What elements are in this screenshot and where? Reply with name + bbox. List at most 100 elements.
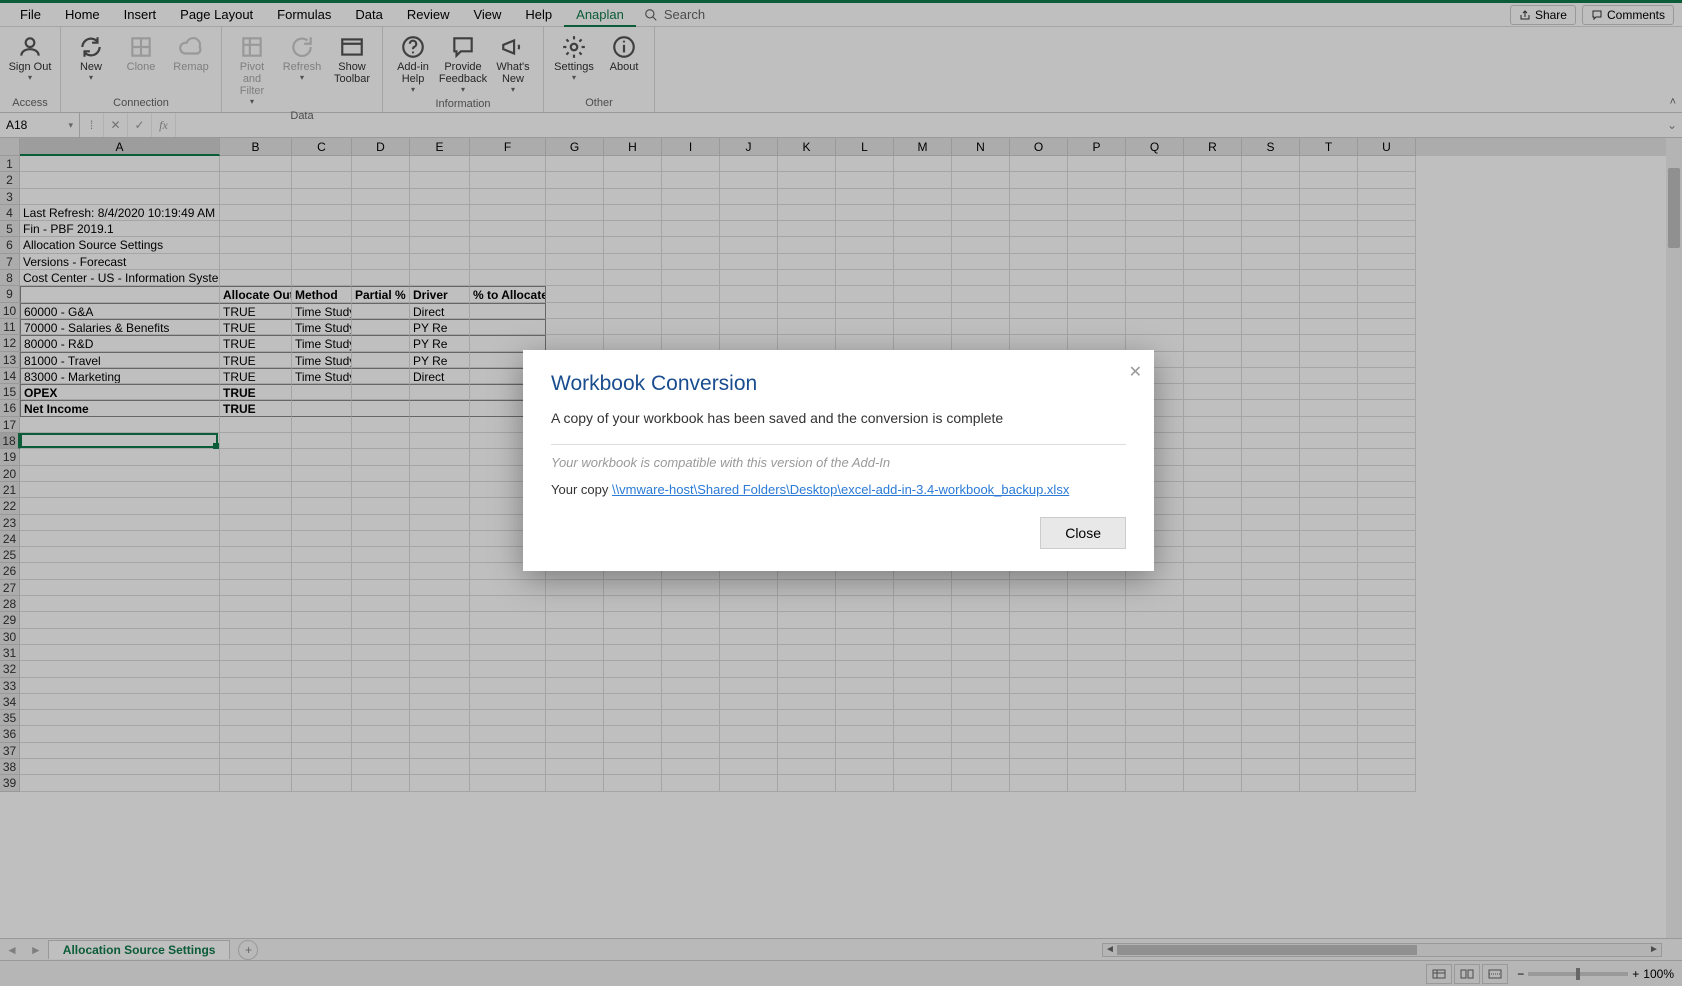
cell-A31[interactable] bbox=[20, 645, 220, 661]
cell-R28[interactable] bbox=[1184, 596, 1242, 612]
cell-D15[interactable] bbox=[352, 384, 410, 400]
cell-I39[interactable] bbox=[662, 775, 720, 791]
cell-L32[interactable] bbox=[836, 661, 894, 677]
view-normal-icon[interactable] bbox=[1426, 964, 1452, 984]
cell-E17[interactable] bbox=[410, 417, 470, 433]
cell-E1[interactable] bbox=[410, 156, 470, 172]
cell-U16[interactable] bbox=[1358, 400, 1416, 416]
cell-E15[interactable] bbox=[410, 384, 470, 400]
cell-O30[interactable] bbox=[1010, 629, 1068, 645]
cell-N27[interactable] bbox=[952, 580, 1010, 596]
cell-G1[interactable] bbox=[546, 156, 604, 172]
cell-D21[interactable] bbox=[352, 482, 410, 498]
cell-N33[interactable] bbox=[952, 678, 1010, 694]
cell-A35[interactable] bbox=[20, 710, 220, 726]
cell-C16[interactable] bbox=[292, 400, 352, 416]
cell-T33[interactable] bbox=[1300, 678, 1358, 694]
cell-S1[interactable] bbox=[1242, 156, 1300, 172]
cell-D37[interactable] bbox=[352, 743, 410, 759]
cell-F31[interactable] bbox=[470, 645, 546, 661]
cell-H31[interactable] bbox=[604, 645, 662, 661]
cell-G3[interactable] bbox=[546, 189, 604, 205]
cell-A15[interactable]: OPEX bbox=[20, 384, 220, 400]
cell-E2[interactable] bbox=[410, 172, 470, 188]
cell-S7[interactable] bbox=[1242, 254, 1300, 270]
cell-C1[interactable] bbox=[292, 156, 352, 172]
cell-C24[interactable] bbox=[292, 531, 352, 547]
menu-tab-formulas[interactable]: Formulas bbox=[265, 4, 343, 25]
cell-F28[interactable] bbox=[470, 596, 546, 612]
cell-T30[interactable] bbox=[1300, 629, 1358, 645]
cell-O5[interactable] bbox=[1010, 221, 1068, 237]
cell-D30[interactable] bbox=[352, 629, 410, 645]
cell-D24[interactable] bbox=[352, 531, 410, 547]
cell-L29[interactable] bbox=[836, 612, 894, 628]
cell-T12[interactable] bbox=[1300, 335, 1358, 351]
cell-T10[interactable] bbox=[1300, 303, 1358, 319]
cell-M9[interactable] bbox=[894, 286, 952, 302]
cell-P5[interactable] bbox=[1068, 221, 1126, 237]
cell-R2[interactable] bbox=[1184, 172, 1242, 188]
cell-N11[interactable] bbox=[952, 319, 1010, 335]
row-header-33[interactable]: 33 bbox=[0, 678, 20, 694]
sheet-nav-prev[interactable]: ◄ bbox=[0, 943, 24, 957]
cell-S25[interactable] bbox=[1242, 547, 1300, 563]
cell-D20[interactable] bbox=[352, 466, 410, 482]
cell-J6[interactable] bbox=[720, 237, 778, 253]
cell-M3[interactable] bbox=[894, 189, 952, 205]
col-header-D[interactable]: D bbox=[352, 138, 410, 156]
cell-U18[interactable] bbox=[1358, 433, 1416, 449]
cell-A28[interactable] bbox=[20, 596, 220, 612]
cell-E9[interactable]: Driver bbox=[410, 286, 470, 302]
cell-L39[interactable] bbox=[836, 775, 894, 791]
cell-C22[interactable] bbox=[292, 498, 352, 514]
cell-N9[interactable] bbox=[952, 286, 1010, 302]
cell-R9[interactable] bbox=[1184, 286, 1242, 302]
cell-O37[interactable] bbox=[1010, 743, 1068, 759]
cell-K2[interactable] bbox=[778, 172, 836, 188]
cell-Q3[interactable] bbox=[1126, 189, 1184, 205]
cell-K38[interactable] bbox=[778, 759, 836, 775]
cell-E10[interactable]: Direct bbox=[410, 303, 470, 319]
row-header-8[interactable]: 8 bbox=[0, 270, 20, 286]
cell-J29[interactable] bbox=[720, 612, 778, 628]
cell-O28[interactable] bbox=[1010, 596, 1068, 612]
cell-R21[interactable] bbox=[1184, 482, 1242, 498]
cell-C5[interactable] bbox=[292, 221, 352, 237]
name-box-dropdown-icon[interactable]: ▾ bbox=[68, 120, 73, 131]
cell-D9[interactable]: Partial % bbox=[352, 286, 410, 302]
cell-R11[interactable] bbox=[1184, 319, 1242, 335]
cell-U22[interactable] bbox=[1358, 498, 1416, 514]
cell-A2[interactable] bbox=[20, 172, 220, 188]
row-header-26[interactable]: 26 bbox=[0, 563, 20, 579]
cell-O7[interactable] bbox=[1010, 254, 1068, 270]
cell-P30[interactable] bbox=[1068, 629, 1126, 645]
cell-S3[interactable] bbox=[1242, 189, 1300, 205]
cell-C10[interactable]: Time Study bbox=[292, 303, 352, 319]
cell-Q1[interactable] bbox=[1126, 156, 1184, 172]
col-header-N[interactable]: N bbox=[952, 138, 1010, 156]
cell-C38[interactable] bbox=[292, 759, 352, 775]
cell-E4[interactable] bbox=[410, 205, 470, 221]
cell-H37[interactable] bbox=[604, 743, 662, 759]
cell-U29[interactable] bbox=[1358, 612, 1416, 628]
row-header-4[interactable]: 4 bbox=[0, 205, 20, 221]
cell-N38[interactable] bbox=[952, 759, 1010, 775]
cell-P4[interactable] bbox=[1068, 205, 1126, 221]
cell-T16[interactable] bbox=[1300, 400, 1358, 416]
cell-D11[interactable] bbox=[352, 319, 410, 335]
cell-P2[interactable] bbox=[1068, 172, 1126, 188]
cell-H35[interactable] bbox=[604, 710, 662, 726]
cell-L9[interactable] bbox=[836, 286, 894, 302]
cell-O2[interactable] bbox=[1010, 172, 1068, 188]
ribbon-btn-what-s-new[interactable]: What's New▾ bbox=[489, 31, 537, 96]
cell-S27[interactable] bbox=[1242, 580, 1300, 596]
cell-S37[interactable] bbox=[1242, 743, 1300, 759]
cell-E16[interactable] bbox=[410, 400, 470, 416]
col-header-T[interactable]: T bbox=[1300, 138, 1358, 156]
cell-C7[interactable] bbox=[292, 254, 352, 270]
cell-M4[interactable] bbox=[894, 205, 952, 221]
cell-S16[interactable] bbox=[1242, 400, 1300, 416]
cell-D17[interactable] bbox=[352, 417, 410, 433]
cell-O29[interactable] bbox=[1010, 612, 1068, 628]
